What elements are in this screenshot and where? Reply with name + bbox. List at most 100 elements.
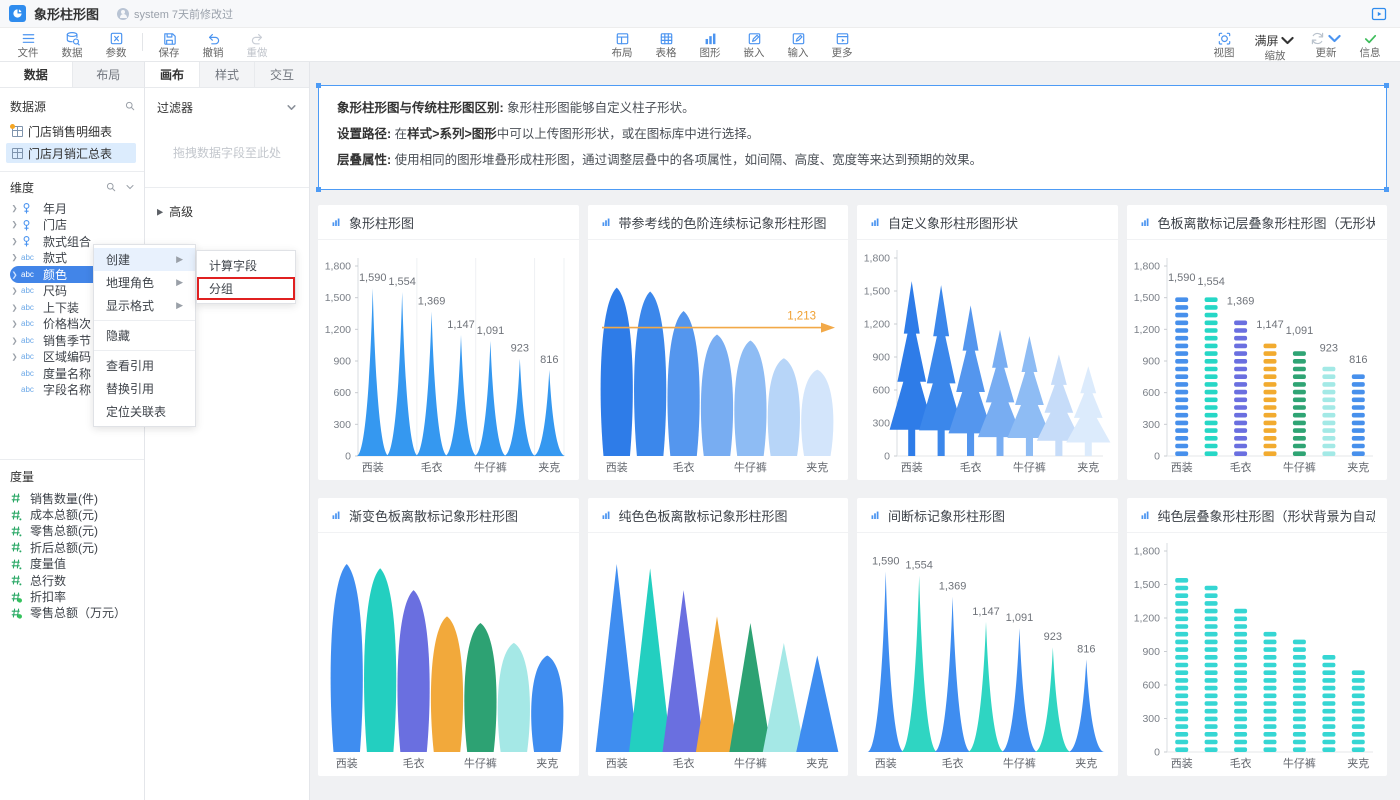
chart-card-8[interactable]: 纯色层叠象形柱形图（形状背景为自动） 0 300 600 900 1,200 1,500 1,…: [1126, 498, 1387, 776]
view-icon: [1218, 32, 1230, 45]
submenu-item-计算字段[interactable]: 计算字段: [197, 254, 295, 277]
chart-card-header: 渐变色板离散标记象形柱形图: [318, 498, 579, 533]
dimension-item-年月[interactable]: ❯ 年月: [10, 200, 136, 217]
svg-text:1,147: 1,147: [1256, 319, 1284, 331]
search-icon[interactable]: [105, 181, 117, 193]
dashboard-canvas: 象形柱形图与传统柱形图区别: 象形柱形图能够自定义柱子形状。 设置路径: 在样式>…: [310, 62, 1400, 800]
toolbar-撤销-button[interactable]: 撤销: [191, 28, 235, 59]
dimension-item-门店[interactable]: ❯ 门店: [10, 217, 136, 234]
table-icon: [12, 147, 23, 159]
chart-icon: [1141, 511, 1148, 519]
hash-calc-icon: [11, 608, 22, 619]
svg-text:毛衣: 毛衣: [1229, 460, 1251, 474]
chart-card-5[interactable]: 渐变色板离散标记象形柱形图 西装 毛衣 牛仔裤 夹克: [318, 498, 579, 776]
menu-item-隐藏[interactable]: 隐藏: [94, 324, 195, 347]
tab-数据[interactable]: 数据: [0, 62, 73, 87]
svg-text:1,500: 1,500: [864, 286, 890, 298]
svg-text:毛衣: 毛衣: [960, 460, 982, 474]
chart-card-2[interactable]: 带参考线的色阶连续标记象形柱形图 1,213 西装 毛衣 牛仔裤 夹克: [587, 205, 848, 480]
menu-item-创建[interactable]: 创建 ▶: [94, 248, 195, 271]
toolbar-表格-button[interactable]: 表格: [644, 28, 688, 59]
measure-item-销售数量(件)[interactable]: 销售数量(件): [10, 490, 136, 506]
toolbar-label: 更多: [831, 47, 853, 59]
svg-text:1,554: 1,554: [1197, 276, 1225, 288]
expand-arrow-icon[interactable]: ❯: [12, 353, 21, 361]
toolbar-重做-button[interactable]: 重做: [235, 28, 279, 59]
chevron-down-icon[interactable]: [124, 181, 136, 193]
toolbar-缩放-button[interactable]: 满屏 缩放: [1246, 28, 1304, 62]
toolbar-更新-button[interactable]: 更新: [1304, 28, 1348, 59]
expand-arrow-icon[interactable]: ❯: [12, 270, 21, 278]
description-text: 在: [394, 127, 408, 141]
tab-样式[interactable]: 样式: [200, 62, 255, 87]
expand-arrow-icon[interactable]: ❯: [12, 320, 21, 328]
present-button[interactable]: [1370, 5, 1388, 23]
toolbar-更多-button[interactable]: 更多: [820, 28, 864, 59]
tab-画布[interactable]: 画布: [145, 62, 200, 87]
datasource-item[interactable]: 门店月销汇总表: [6, 143, 136, 163]
toolbar-数据-button[interactable]: 数据: [50, 28, 94, 59]
zoom-select[interactable]: 满屏: [1254, 31, 1295, 50]
hash-calc-icon: [11, 591, 22, 603]
expand-arrow-icon[interactable]: ❯: [12, 287, 21, 295]
description-widget[interactable]: 象形柱形图与传统柱形图区别: 象形柱形图能够自定义柱子形状。 设置路径: 在样式>…: [316, 83, 1389, 192]
svg-text:牛仔裤: 牛仔裤: [733, 460, 766, 474]
expand-arrow-icon[interactable]: ❯: [12, 254, 21, 262]
measure-item-成本总额(元)[interactable]: 成本总额(元): [10, 506, 136, 522]
chart-title: 色板离散标记层叠象形柱形图（无形状背景）: [1157, 215, 1376, 231]
advanced-section-toggle[interactable]: ▶ 高级: [157, 202, 297, 220]
measure-item-总行数[interactable]: 总行数: [10, 572, 136, 588]
expand-arrow-icon[interactable]: ❯: [12, 336, 21, 344]
toolbar-输入-button[interactable]: 输入: [776, 28, 820, 59]
chart-card-7[interactable]: 间断标记象形柱形图 1,590 1,554 1,369 1,147 1,091 923 816…: [857, 498, 1118, 776]
table-icon: [10, 123, 23, 137]
hash-icon: [11, 493, 20, 503]
submenu-item-分组[interactable]: 分组: [197, 277, 295, 300]
datasource-header: 数据源: [10, 97, 136, 115]
toolbar-参数-button[interactable]: 参数: [94, 28, 138, 59]
toolbar-图形-button[interactable]: 图形: [688, 28, 732, 59]
chart-card-header: 纯色层叠象形柱形图（形状背景为自动）: [1126, 498, 1387, 533]
tab-布局[interactable]: 布局: [73, 62, 145, 87]
measure-item-折扣率[interactable]: 折扣率: [10, 588, 136, 604]
chart-card-4[interactable]: 色板离散标记层叠象形柱形图（无形状背景） 0 300 600 900 1,200 1,500…: [1126, 205, 1387, 480]
chart-icon: [871, 218, 879, 226]
description-text: 样式>系列>图形: [407, 127, 497, 141]
search-icon[interactable]: [124, 100, 136, 112]
menu-item-显示格式[interactable]: 显示格式 ▶: [94, 294, 195, 317]
menu-item-查看引用[interactable]: 查看引用: [94, 354, 195, 377]
toolbar-文件-button[interactable]: 文件: [6, 28, 50, 59]
filter-dropzone[interactable]: 拖拽数据字段至此处: [157, 144, 297, 161]
main-toolbar: 文件 数据 参数 保存 撤销 重做 布局 表格 图形 嵌入 输入 更多 视图 满屏 缩放 更新 信息: [0, 28, 1400, 62]
menu-item-地理角色[interactable]: 地理角色 ▶: [94, 271, 195, 294]
tab-交互[interactable]: 交互: [255, 62, 309, 87]
expand-arrow-icon[interactable]: ❯: [12, 237, 21, 245]
expand-arrow-icon[interactable]: ❯: [12, 204, 21, 212]
svg-text:300: 300: [1142, 419, 1160, 431]
datasource-item[interactable]: 门店销售明细表: [6, 121, 136, 141]
chart-title: 象形柱形图: [349, 215, 415, 231]
expand-arrow-icon[interactable]: ❯: [12, 303, 21, 311]
measure-item-零售总额(元)[interactable]: 零售总额(元): [10, 523, 136, 539]
measure-item-零售总额（万元）[interactable]: 零售总额（万元）: [10, 605, 136, 621]
dimension-label: 尺码: [43, 284, 68, 299]
toolbar-嵌入-button[interactable]: 嵌入: [732, 28, 776, 59]
menu-item-定位关联表[interactable]: 定位关联表: [94, 400, 195, 423]
toolbar-布局-button[interactable]: 布局: [600, 28, 644, 59]
chart-card-6[interactable]: 纯色色板离散标记象形柱形图 西装 毛衣 牛仔裤 夹克: [587, 498, 848, 776]
chart-plot: 西装 毛衣 牛仔裤 夹克: [595, 564, 838, 770]
measure-item-度量值[interactable]: 度量值: [10, 556, 136, 572]
toolbar-信息-button[interactable]: 信息: [1348, 28, 1392, 59]
chart-card-3[interactable]: 自定义象形柱形图形状 0 300 600 900 1,200 1,500 1,800 西装 毛衣 牛…: [857, 205, 1118, 480]
dimensions-header: 维度: [10, 178, 136, 196]
filter-section-header[interactable]: 过滤器: [157, 98, 297, 116]
svg-text:1,369: 1,369: [418, 295, 446, 307]
toolbar-label: 布局: [611, 47, 633, 59]
toolbar-视图-button[interactable]: 视图: [1202, 28, 1246, 59]
measure-item-折后总额(元)[interactable]: 折后总额(元): [10, 539, 136, 555]
expand-arrow-icon[interactable]: ❯: [12, 221, 21, 229]
menu-item-替换引用[interactable]: 替换引用: [94, 377, 195, 400]
toolbar-保存-button[interactable]: 保存: [147, 28, 191, 59]
chevron-down-icon[interactable]: [1326, 30, 1343, 47]
chart-card-1[interactable]: 象形柱形图 0 300 600 900 1,200 1,500 1,800 1,590 1,554…: [318, 205, 579, 480]
